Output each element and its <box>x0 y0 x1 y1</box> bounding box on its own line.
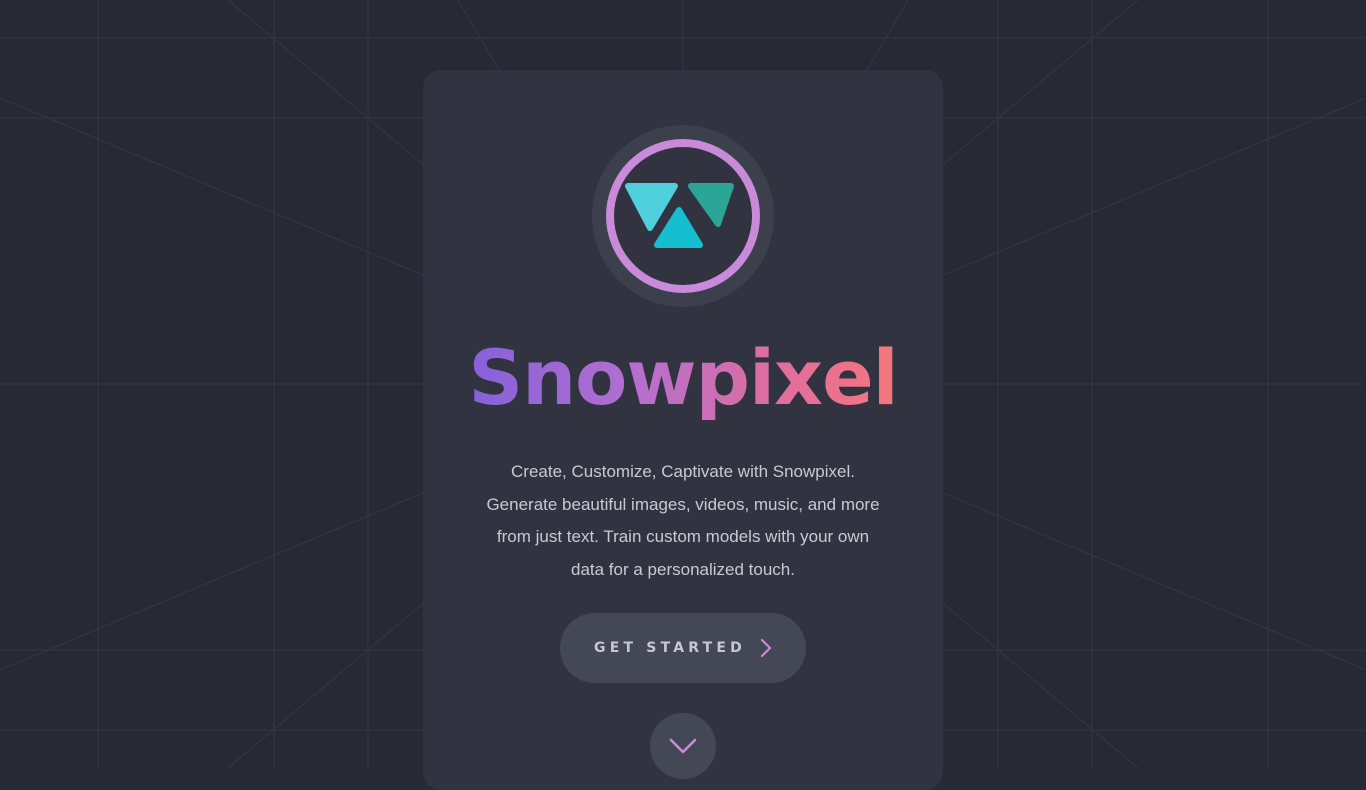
logo-badge <box>592 125 774 307</box>
brand-title: Snowpixel <box>423 328 943 428</box>
hero-tagline: Create, Customize, Captivate with Snowpi… <box>486 462 880 579</box>
chevron-right-icon <box>760 638 772 658</box>
hero-card: Snowpixel Create, Customize, Captivate w… <box>423 70 943 790</box>
get-started-label: GET STARTED <box>594 640 746 656</box>
snowpixel-logo-icon <box>606 139 760 293</box>
scroll-down-button[interactable] <box>650 713 716 779</box>
chevron-down-icon <box>669 738 697 754</box>
get-started-button[interactable]: GET STARTED <box>560 613 806 683</box>
